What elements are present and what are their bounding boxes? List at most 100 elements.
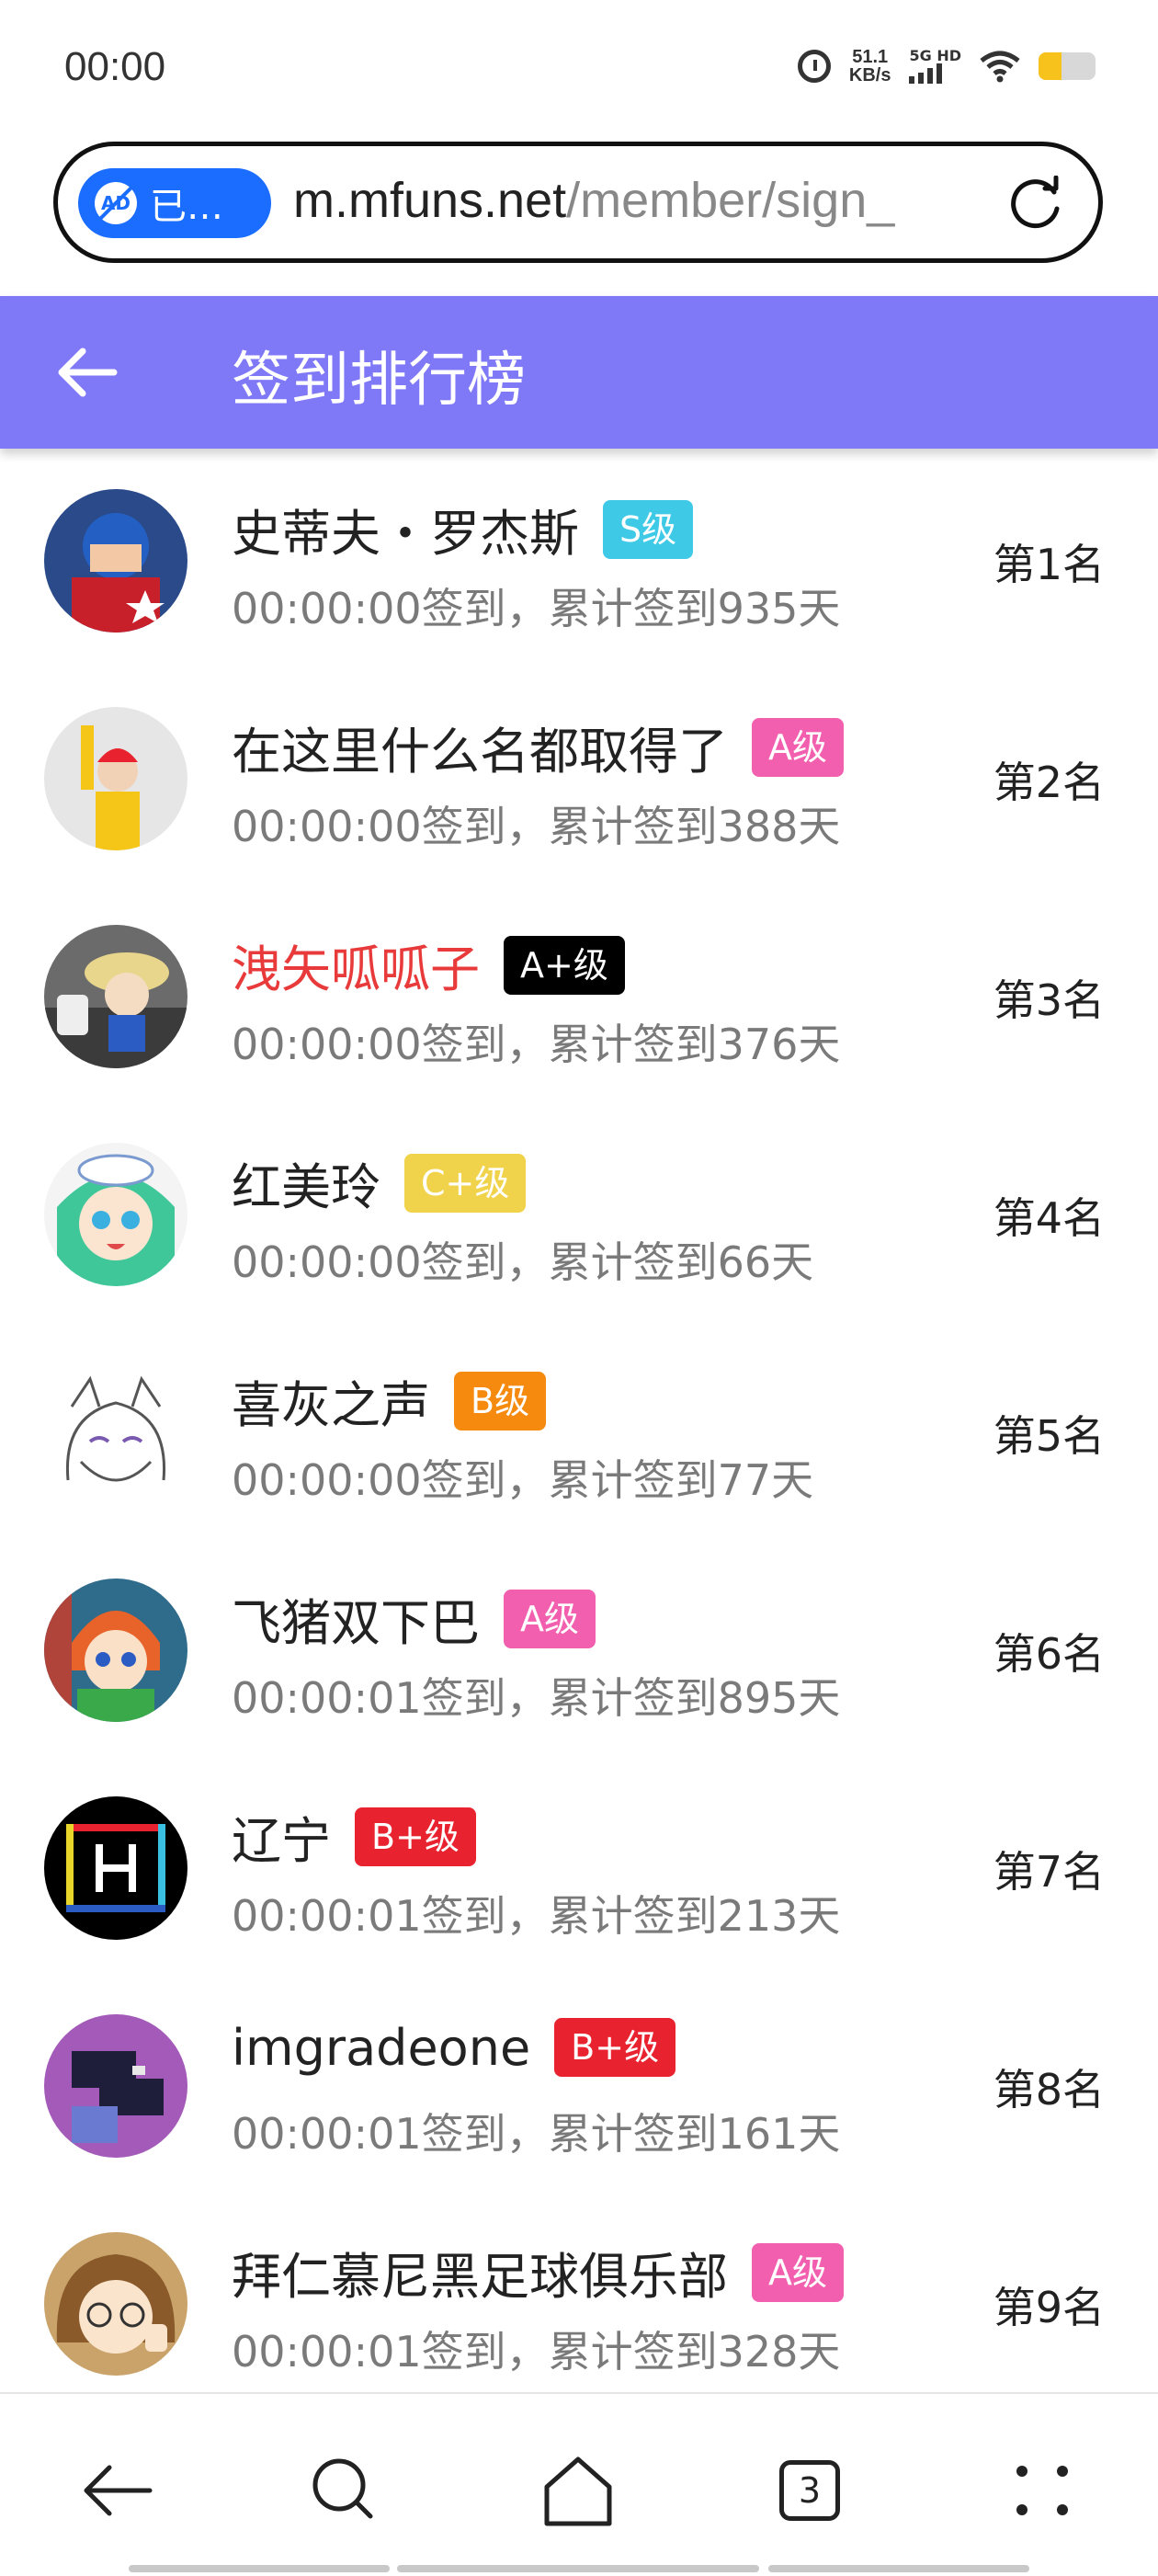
ad-block-icon: AD: [95, 182, 137, 224]
user-name[interactable]: 拜仁慕尼黑足球俱乐部: [232, 2236, 728, 2308]
rank-label: 第3名: [993, 975, 1105, 1025]
avatar[interactable]: [44, 2232, 187, 2376]
rank-label: 第1名: [993, 540, 1105, 589]
sign-in-info: 00:00:01签到，累计签到213天: [232, 1891, 841, 1941]
sign-in-info: 00:00:00签到，累计签到388天: [232, 802, 841, 851]
address-bar[interactable]: AD 已… m.mfuns.net/member/sign_: [53, 142, 1103, 263]
name-line: imgradeone B+级: [232, 2018, 676, 2077]
user-name[interactable]: 辽宁: [232, 1800, 331, 1873]
battery-icon: [1039, 52, 1096, 80]
name-line: 喜灰之声 B级: [232, 1364, 547, 1437]
list-item[interactable]: 史蒂夫・罗杰斯 S级 00:00:00签到，累计签到935天 第1名: [0, 460, 1158, 678]
name-line: 拜仁慕尼黑足球俱乐部 A级: [232, 2236, 844, 2308]
list-item[interactable]: 红美玲 C+级 00:00:00签到，累计签到66天 第4名: [0, 1113, 1158, 1331]
level-badge: A+级: [504, 935, 625, 995]
rank-label: 第4名: [993, 1193, 1105, 1243]
sign-in-info: 00:00:00签到，累计签到66天: [232, 1237, 814, 1287]
level-badge: A级: [504, 1589, 596, 1648]
back-arrow-icon[interactable]: [55, 342, 119, 403]
rank-label: 第6名: [993, 1629, 1105, 1679]
search-button[interactable]: [303, 2449, 386, 2532]
gesture-bar-segment: [768, 2565, 1029, 2572]
name-line: 红美玲 C+级: [232, 1146, 527, 1219]
user-name[interactable]: 喜灰之声: [232, 1364, 430, 1437]
sign-in-info: 00:00:01签到，累计签到161天: [232, 2109, 841, 2159]
ad-block-label: 已…: [150, 186, 223, 228]
rank-label: 第7名: [993, 1847, 1105, 1897]
net-speed-value: 51.1: [852, 47, 889, 67]
wifi-icon: [980, 51, 1020, 83]
avatar[interactable]: [44, 707, 187, 850]
sign-in-info: 00:00:00签到，累计签到376天: [232, 1020, 841, 1069]
gesture-bar-segment: [397, 2565, 759, 2572]
list-item[interactable]: 洩矢呱呱子 A+级 00:00:00签到，累计签到376天 第3名: [0, 895, 1158, 1113]
rank-label: 第2名: [993, 758, 1105, 807]
alarm-icon: [797, 50, 831, 83]
gesture-bar-segment: [129, 2565, 390, 2572]
avatar[interactable]: [44, 2014, 187, 2158]
rank-label: 第9名: [993, 2283, 1105, 2332]
status-bar: 00:00 51.1 KB/s 5G HD: [0, 0, 1158, 138]
avatar[interactable]: [44, 1361, 187, 1504]
cellular-signal-icon: 5G HD: [909, 49, 961, 84]
level-badge: B+级: [554, 2018, 676, 2077]
avatar[interactable]: [44, 1143, 187, 1286]
tabs-button[interactable]: 3: [768, 2449, 851, 2532]
more-dots-icon: [1016, 2466, 1070, 2515]
level-badge: S级: [603, 499, 694, 559]
list-item[interactable]: 辽宁 B+级 00:00:01签到，累计签到213天 第7名: [0, 1767, 1158, 1985]
back-icon: [84, 2465, 153, 2516]
status-icons: 51.1 KB/s 5G HD: [797, 48, 1096, 85]
status-time: 00:00: [64, 44, 166, 89]
user-name[interactable]: imgradeone: [232, 2019, 530, 2077]
avatar[interactable]: [44, 489, 187, 633]
sign-in-info: 00:00:00签到，累计签到77天: [232, 1455, 814, 1505]
name-line: 飞猪双下巴 A级: [232, 1582, 596, 1655]
menu-button[interactable]: [1002, 2449, 1084, 2532]
sign-in-info: 00:00:00签到，累计签到935天: [232, 584, 841, 633]
url-path: /member/sign_: [566, 173, 895, 228]
home-icon: [544, 2456, 612, 2526]
home-button[interactable]: [537, 2449, 619, 2532]
name-line: 在这里什么名都取得了 A级: [232, 711, 844, 783]
list-item[interactable]: 在这里什么名都取得了 A级 00:00:00签到，累计签到388天 第2名: [0, 678, 1158, 895]
user-name[interactable]: 红美玲: [232, 1146, 380, 1219]
list-item[interactable]: 拜仁慕尼黑足球俱乐部 A级 00:00:01签到，累计签到328天 第9名: [0, 2203, 1158, 2421]
battery-fill: [1039, 52, 1062, 80]
user-name[interactable]: 飞猪双下巴: [232, 1582, 480, 1655]
user-name[interactable]: 在这里什么名都取得了: [232, 711, 728, 783]
page-header: 签到排行榜: [0, 296, 1158, 449]
user-name[interactable]: 洩矢呱呱子: [232, 929, 480, 1001]
rank-label: 第5名: [993, 1411, 1105, 1461]
page-title: 签到排行榜: [232, 347, 526, 415]
level-badge: B级: [454, 1371, 547, 1430]
list-item[interactable]: 喜灰之声 B级 00:00:00签到，累计签到77天 第5名: [0, 1331, 1158, 1549]
level-badge: C+级: [404, 1153, 527, 1213]
list-item[interactable]: imgradeone B+级 00:00:01签到，累计签到161天 第8名: [0, 1985, 1158, 2203]
name-line: 史蒂夫・罗杰斯 S级: [232, 493, 694, 565]
reload-icon[interactable]: [1008, 176, 1065, 233]
net-speed: 51.1 KB/s: [849, 48, 891, 85]
avatar[interactable]: [44, 925, 187, 1068]
ad-block-button[interactable]: AD 已…: [78, 168, 271, 238]
search-icon: [312, 2458, 373, 2519]
net-speed-unit: KB/s: [848, 65, 891, 85]
level-badge: A级: [752, 717, 844, 777]
name-line: 洩矢呱呱子 A+级: [232, 929, 625, 1001]
sign-in-info: 00:00:01签到，累计签到895天: [232, 1673, 841, 1723]
rank-label: 第8名: [993, 2065, 1105, 2114]
name-line: 辽宁 B+级: [232, 1800, 476, 1873]
level-badge: A级: [752, 2242, 844, 2302]
avatar[interactable]: [44, 1579, 187, 1722]
user-name[interactable]: 史蒂夫・罗杰斯: [232, 493, 579, 565]
browser-bottom-bar: 3: [0, 2392, 1158, 2576]
url-text[interactable]: m.mfuns.net/member/sign_: [293, 172, 1010, 229]
url-host: m.mfuns.net: [293, 173, 567, 228]
tabs-count: 3: [779, 2460, 840, 2521]
signal-label: 5G HD: [909, 47, 961, 64]
back-button[interactable]: [75, 2449, 158, 2532]
avatar[interactable]: [44, 1796, 187, 1940]
level-badge: B+级: [355, 1807, 476, 1866]
list-item[interactable]: 飞猪双下巴 A级 00:00:01签到，累计签到895天 第6名: [0, 1549, 1158, 1767]
sign-in-info: 00:00:01签到，累计签到328天: [232, 2327, 841, 2377]
